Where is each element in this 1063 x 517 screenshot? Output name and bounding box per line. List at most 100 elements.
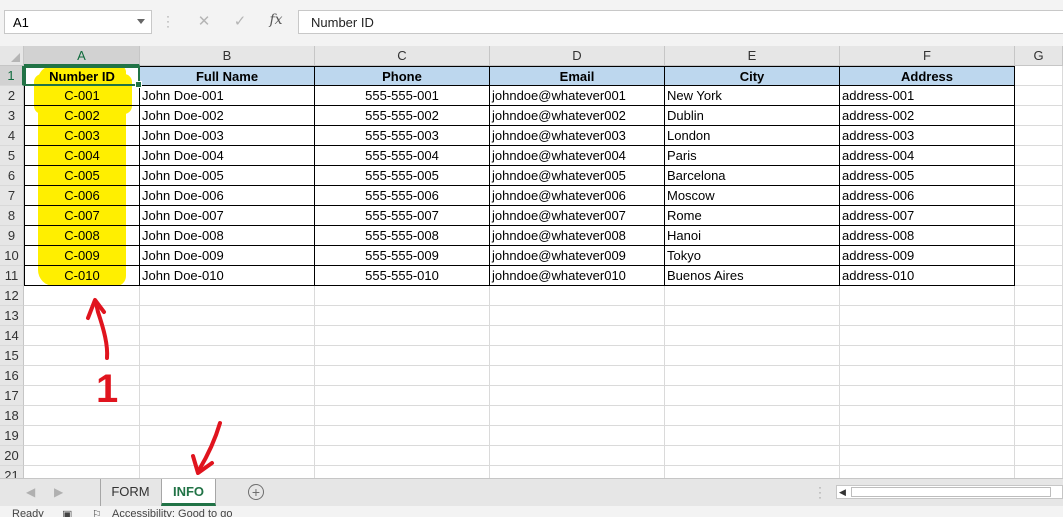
cell[interactable]: address-007 [840,206,1015,226]
cell[interactable] [140,366,315,386]
cell[interactable] [840,346,1015,366]
name-box[interactable]: A1 [4,10,152,34]
next-sheet-icon[interactable]: ▶ [54,485,63,499]
cell[interactable] [1015,466,1063,478]
cell[interactable] [1015,126,1063,146]
tab-splitter-icon[interactable]: · · · [818,481,822,503]
macro-record-icon[interactable]: ▣ [62,508,72,517]
cell[interactable] [315,346,490,366]
cell[interactable]: C-010 [24,266,140,286]
cell[interactable] [1015,206,1063,226]
cell[interactable] [315,366,490,386]
cell[interactable]: Dublin [665,106,840,126]
cell[interactable]: address-004 [840,146,1015,166]
cell[interactable] [140,446,315,466]
cell[interactable] [840,286,1015,306]
cell[interactable] [1015,186,1063,206]
cell[interactable] [1015,386,1063,406]
cell[interactable]: John Doe-008 [140,226,315,246]
cell[interactable]: address-010 [840,266,1015,286]
cell[interactable]: 555-555-008 [315,226,490,246]
cell[interactable] [840,326,1015,346]
cell[interactable] [140,346,315,366]
cell[interactable]: address-005 [840,166,1015,186]
cell[interactable] [24,346,140,366]
cell[interactable] [24,406,140,426]
cell[interactable] [490,306,665,326]
cell[interactable] [24,306,140,326]
cell[interactable]: address-009 [840,246,1015,266]
accessibility-status[interactable]: Accessibility: Good to go [112,508,232,517]
cell[interactable] [490,426,665,446]
cell[interactable] [315,426,490,446]
cell[interactable] [1015,66,1063,86]
cell[interactable] [315,406,490,426]
table-header-cell[interactable]: Phone [315,66,490,86]
cell[interactable] [490,366,665,386]
column-header-a[interactable]: A [24,46,140,66]
cell[interactable]: 555-555-006 [315,186,490,206]
cell[interactable] [140,326,315,346]
cell[interactable]: C-004 [24,146,140,166]
row-header[interactable]: 1 [0,66,24,86]
insert-function-button[interactable]: fx [265,12,287,32]
cell[interactable]: C-003 [24,126,140,146]
cell[interactable] [1015,446,1063,466]
column-header-d[interactable]: D [490,46,665,66]
cell[interactable] [665,346,840,366]
formula-input[interactable]: Number ID [298,10,1063,34]
table-header-cell[interactable]: City [665,66,840,86]
cell[interactable] [315,386,490,406]
column-header-c[interactable]: C [315,46,490,66]
cell[interactable]: address-002 [840,106,1015,126]
cell[interactable] [1015,166,1063,186]
cell[interactable] [490,466,665,478]
cell[interactable]: Buenos Aires [665,266,840,286]
cell[interactable] [140,466,315,478]
row-header[interactable]: 7 [0,186,24,206]
cell[interactable]: Tokyo [665,246,840,266]
cell[interactable]: Paris [665,146,840,166]
cell[interactable] [840,426,1015,446]
cell[interactable] [140,386,315,406]
row-header[interactable]: 18 [0,406,24,426]
cell[interactable] [840,466,1015,478]
cell[interactable]: 555-555-010 [315,266,490,286]
row-header[interactable]: 10 [0,246,24,266]
cell[interactable]: London [665,126,840,146]
table-header-cell[interactable]: Full Name [140,66,315,86]
cell[interactable]: John Doe-006 [140,186,315,206]
cell[interactable] [490,386,665,406]
cell[interactable] [140,286,315,306]
cell[interactable] [315,306,490,326]
cell[interactable] [315,466,490,478]
row-header[interactable]: 3 [0,106,24,126]
cell[interactable] [315,446,490,466]
cell[interactable]: johndoe@whatever009 [490,246,665,266]
table-header-cell[interactable]: Number ID [24,66,140,86]
cell[interactable]: Moscow [665,186,840,206]
cell[interactable]: C-006 [24,186,140,206]
cell[interactable] [1015,106,1063,126]
cell[interactable] [1015,406,1063,426]
scrollbar-thumb[interactable] [851,487,1051,497]
cell[interactable]: John Doe-009 [140,246,315,266]
cell[interactable] [24,466,140,478]
cell[interactable] [1015,146,1063,166]
cell[interactable] [140,406,315,426]
cell[interactable]: address-006 [840,186,1015,206]
cell[interactable]: Hanoi [665,226,840,246]
scroll-left-icon[interactable]: ◀ [839,487,846,498]
row-header[interactable]: 21 [0,466,24,478]
cell[interactable] [24,426,140,446]
cell[interactable] [840,446,1015,466]
row-header[interactable]: 6 [0,166,24,186]
cell[interactable]: johndoe@whatever007 [490,206,665,226]
enter-icon[interactable]: ✓ [229,12,251,32]
cell[interactable]: New York [665,86,840,106]
cell[interactable]: Barcelona [665,166,840,186]
select-all-button[interactable] [0,46,24,66]
row-header[interactable]: 4 [0,126,24,146]
table-header-cell[interactable]: Address [840,66,1015,86]
cell[interactable]: johndoe@whatever002 [490,106,665,126]
